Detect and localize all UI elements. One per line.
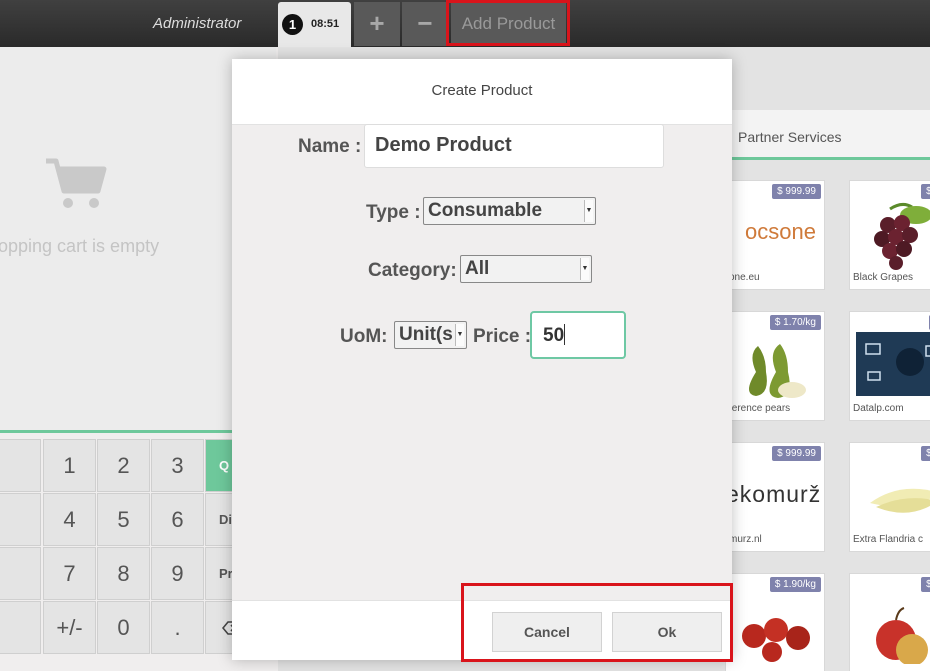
numpad-key-2[interactable]: 2 — [97, 439, 150, 492]
dialog-title: Create Product — [232, 59, 732, 125]
grapes-image — [874, 202, 930, 270]
create-product-dialog: Create Product Name : Demo Product Type … — [232, 59, 732, 660]
uom-select[interactable]: Unit(s ▼ — [394, 321, 467, 349]
product-name: Black Grapes — [853, 272, 914, 283]
price-input-value: 50 — [543, 325, 565, 346]
numpad-key-6[interactable]: 6 — [151, 493, 204, 546]
numpad-key-7[interactable]: 7 — [43, 547, 96, 600]
product-price: $ 1.90/kg — [769, 577, 821, 592]
pears-image — [749, 344, 806, 398]
shopping-cart-icon — [46, 158, 107, 208]
type-select-value: Consumable — [428, 200, 543, 221]
product-name: murz.nl — [729, 534, 762, 545]
order-time: 08:51 — [311, 18, 340, 30]
numpad-key-1[interactable]: 1 — [43, 439, 96, 492]
numpad-key-8[interactable]: 8 — [97, 547, 150, 600]
product-card[interactable]: $ 2 Extra Flandria c — [849, 442, 930, 552]
product-card[interactable]: $ 4 Black Grapes — [849, 180, 930, 290]
category-underline — [723, 157, 930, 160]
numpad-key-5[interactable]: 5 — [97, 493, 150, 546]
product-name: ference pears — [729, 403, 791, 414]
numpad-key-3[interactable]: 3 — [151, 439, 204, 492]
order-tab[interactable]: 1 08:51 — [278, 2, 351, 48]
category-select-value: All — [465, 258, 490, 279]
category-select[interactable]: All ▼ — [460, 255, 592, 283]
apples-image — [876, 607, 928, 664]
product-card[interactable]: $ 1 — [849, 573, 930, 671]
type-select[interactable]: Consumable ▼ — [423, 197, 596, 225]
product-name: one.eu — [729, 272, 760, 283]
numpad-blank-key[interactable] — [0, 547, 41, 600]
chevron-down-icon: ▼ — [455, 324, 464, 346]
tomatoes-image — [742, 618, 810, 662]
numpad-key-0[interactable]: 0 — [97, 601, 150, 654]
price-label: Price : — [473, 326, 532, 347]
numpad-key-plus-minus[interactable]: +/- — [43, 601, 96, 654]
uom-label: UoM: — [340, 326, 388, 347]
chevron-down-icon: ▼ — [584, 200, 593, 222]
text-caret — [564, 324, 566, 345]
user-name[interactable]: Administrator — [153, 15, 241, 32]
numpad-key-4[interactable]: 4 — [43, 493, 96, 546]
name-input[interactable]: Demo Product — [364, 124, 664, 168]
product-price: $ 999.99 — [772, 184, 821, 199]
product-logo: ocsone — [745, 219, 816, 244]
new-order-button[interactable]: + — [354, 2, 400, 46]
product-price: $ 1.70/kg — [769, 315, 821, 330]
product-card[interactable]: $ 999.99 ekomurž murz.nl — [725, 442, 825, 552]
numpad-blank-key[interactable] — [0, 439, 41, 492]
type-label: Type : — [366, 202, 421, 223]
product-price: $ 2 — [921, 446, 930, 461]
delete-order-button[interactable]: − — [402, 2, 448, 46]
endive-image — [870, 488, 930, 513]
highlight-dialog-buttons — [461, 583, 733, 662]
product-card[interactable]: $ 1.90/kg — [725, 573, 825, 671]
product-price: $ 1 — [921, 577, 930, 592]
numpad-key-9[interactable]: 9 — [151, 547, 204, 600]
numpad-key-dot[interactable]: . — [151, 601, 204, 654]
order-number-badge: 1 — [282, 14, 303, 35]
product-price: $ 999.99 — [772, 446, 821, 461]
category-label: Category: — [368, 260, 457, 281]
category-tab-partner-services[interactable]: Partner Services — [723, 110, 930, 158]
product-name: Extra Flandria c — [853, 534, 924, 545]
datalp-image — [856, 332, 930, 396]
name-label: Name : — [298, 136, 362, 157]
numpad-blank-key[interactable] — [0, 493, 41, 546]
product-card[interactable]: $ 999.99 ocsone one.eu — [725, 180, 825, 290]
chevron-down-icon: ▼ — [580, 258, 589, 280]
product-logo: ekomurž — [726, 481, 822, 507]
product-card[interactable]: $ 1.70/kg ference pears — [725, 311, 825, 421]
cart-empty-message: opping cart is empty — [0, 236, 160, 256]
uom-select-value: Unit(s — [399, 324, 453, 345]
product-name: Datalp.com — [853, 403, 904, 414]
product-price: $ 4 — [921, 184, 930, 199]
price-input[interactable]: 50 — [530, 311, 626, 359]
highlight-add-product — [446, 0, 570, 46]
product-card[interactable]: $ Datalp.com — [849, 311, 930, 421]
numpad-blank-key[interactable] — [0, 601, 41, 654]
